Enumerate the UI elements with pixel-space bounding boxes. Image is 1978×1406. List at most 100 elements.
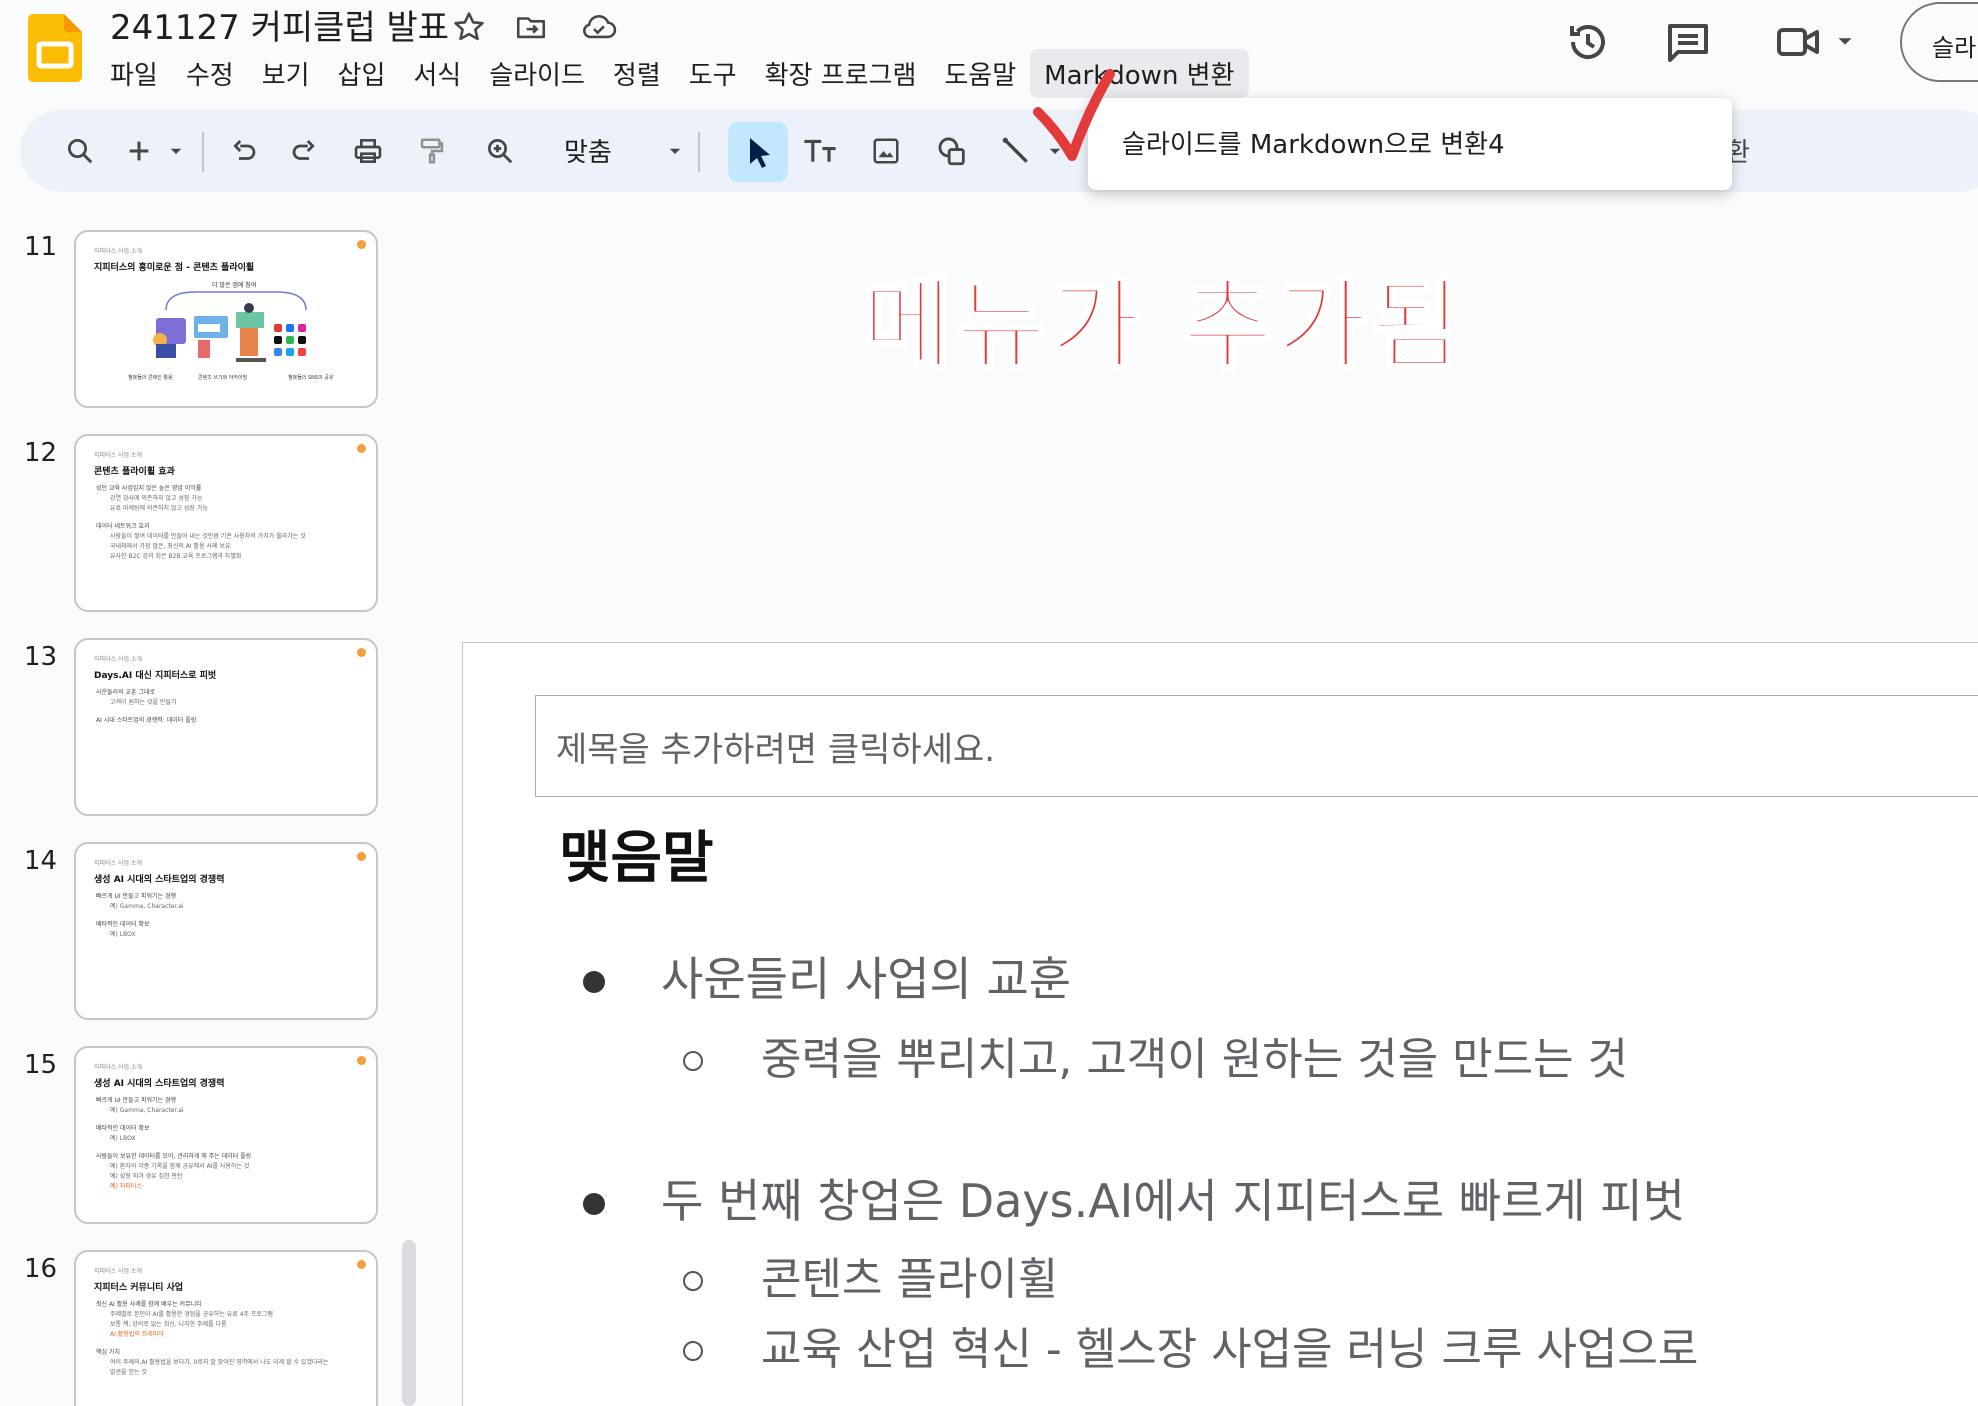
slide-title: 콘텐츠 플라이휠 효과	[94, 467, 175, 477]
undo-icon[interactable]	[218, 125, 270, 177]
menu-edit[interactable]: 수정	[172, 49, 248, 98]
menu-file[interactable]: 파일	[96, 49, 172, 98]
zoom-select[interactable]: 맞춤	[564, 132, 612, 169]
slide-bullet: 예) Gamma, Character.ai	[110, 1107, 184, 1114]
slide-bullet: 유사한 B2C 강의 회은 B2B 교육 프로그램과 차별화	[110, 553, 242, 560]
menu-format[interactable]: 서식	[399, 49, 475, 98]
slide-bullet: 빠르게 UI 만들고 피워기는 경쟁	[96, 1097, 177, 1104]
move-folder-icon[interactable]	[514, 10, 548, 44]
slide-bullet: 핵심 가치	[96, 1349, 120, 1356]
slide-bullet: 사운들리의 교훈 그대로	[96, 689, 156, 696]
zoom-icon[interactable]	[474, 125, 526, 177]
menu-view[interactable]: 보기	[248, 49, 324, 98]
slide-spacer	[96, 912, 184, 920]
menu-help[interactable]: 도움말	[930, 49, 1030, 98]
title-placeholder[interactable]: 제목을 추가하려면 클릭하세요.	[535, 695, 1978, 797]
slide-kicker: 지피터스 사업 소개	[94, 656, 142, 663]
slide-bullet: 배타적인 데이터 확보	[96, 921, 150, 928]
slide-thumbnail-16[interactable]: 지피터스 사업 소개 지피터스 커뮤니티 사업 최신 AI 활용 사례를 함께 …	[74, 1250, 378, 1406]
document-title[interactable]: 241127 커피클럽 발표	[110, 6, 449, 50]
slide-spacer	[96, 514, 306, 522]
slide-bullet-level2[interactable]: 콘텐츠 플라이휠	[682, 1243, 1058, 1307]
slide-bullet-level1[interactable]: 사운들리 사업의 교훈	[582, 943, 1071, 1009]
slide-bullet: AI 시대 스타트업의 경쟁력: 데이터 플링	[96, 717, 197, 724]
slide-caption: 챌봇들의 SNS의 공유	[288, 375, 334, 381]
convert-to-markdown-item[interactable]: 슬라이드를 Markdown으로 변환4	[1122, 124, 1505, 161]
image-icon[interactable]	[860, 125, 912, 177]
slide-filmstrip: 11 지피터스 사업 소개 지피터스의 흥미로운 점 - 콘텐츠 플라이휠 더 …	[0, 200, 420, 1406]
slide-spacer	[96, 1144, 251, 1152]
slide-thumbnail-15[interactable]: 지피터스 사업 소개 생성 AI 시대의 스타트업의 경쟁력 빠르게 UI 만들…	[74, 1046, 378, 1224]
history-icon[interactable]	[1564, 18, 1612, 66]
slide-bullet: 사람들이 쌓여 데이터를 만들어 내는 것만큼 기존 사용자의 가치가 올라가는…	[110, 533, 306, 540]
star-icon[interactable]	[452, 10, 486, 44]
slide-bullet: 예) 지피터스	[110, 1183, 142, 1190]
slide-kicker: 지피터스 사업 소개	[94, 860, 142, 867]
menu-added-annotation: 메뉴가 추가됨	[860, 268, 1466, 385]
checkmark-annotation-icon	[1030, 64, 1120, 168]
shape-icon[interactable]	[926, 125, 978, 177]
filmstrip-scrollbar[interactable]	[402, 1240, 416, 1406]
slide-number: 11	[24, 232, 58, 262]
slide-bullet-level2[interactable]: 중력을 뿌리치고, 고객이 원하는 것을 만드는 것	[682, 1023, 1628, 1087]
chevron-down-icon[interactable]	[1834, 30, 1856, 78]
slide-number: 12	[24, 438, 58, 468]
text-box-icon[interactable]	[794, 125, 846, 177]
slideshow-button[interactable]: 슬라	[1900, 2, 1978, 82]
slide-bullet-list: 성인 교육 사업임지 않은 높은 영업 이익률 강연 강사에 의존하지 않고 성…	[96, 484, 306, 562]
toolbar-divider	[698, 132, 700, 172]
slide-thumbnail-13[interactable]: 지피터스 사업 소개 Days.AI 대신 지피터스로 피벗 사운들리의 교훈 …	[74, 638, 378, 816]
slide-number: 14	[24, 846, 58, 876]
slide-bullet: 예) LBOX	[110, 1135, 136, 1142]
search-icon[interactable]	[54, 125, 106, 177]
slide-thumbnail-14[interactable]: 지피터스 사업 소개 생성 AI 시대의 스타트업의 경쟁력 빠르게 UI 만들…	[74, 842, 378, 1020]
slide-title: 생성 AI 시대의 스타트업의 경쟁력	[94, 1079, 225, 1089]
menu-slide[interactable]: 슬라이드	[475, 49, 599, 98]
toolbar-divider	[202, 132, 204, 172]
print-icon[interactable]	[342, 125, 394, 177]
slide-kicker: 지피터스 사업 소개	[94, 248, 142, 255]
flywheel-illustration-icon	[153, 291, 307, 362]
add-dropdown-icon[interactable]	[162, 125, 190, 177]
cloud-saved-icon[interactable]	[580, 10, 617, 44]
menu-extensions[interactable]: 확장 프로그램	[751, 49, 931, 98]
slide-bullet: 사람들이 보유한 데이터를 모아, 관리하게 해 주는 데이터 플링	[96, 1153, 252, 1160]
menu-tools[interactable]: 도구	[675, 49, 751, 98]
slide-thumbnail-11[interactable]: 지피터스 사업 소개 지피터스의 흥미로운 점 - 콘텐츠 플라이휠 더 많은 …	[74, 230, 378, 408]
slide-spacer	[96, 708, 196, 716]
add-icon[interactable]	[116, 125, 162, 177]
slide-title: Days.AI 대신 지피터스로 피벗	[94, 671, 217, 681]
slide-bullet-level2[interactable]: 교육 산업 혁신 - 헬스장 사업을 러닝 크루 사업으로	[682, 1313, 1698, 1377]
slide-bullet: 성인 교육 사업임지 않은 높은 영업 이익률	[96, 485, 202, 492]
zoom-dropdown-icon[interactable]	[660, 125, 690, 177]
slides-logo-icon[interactable]	[28, 14, 82, 82]
slide-bullet-level1[interactable]: 두 번째 창업은 Days.AI에서 지피터스로 빠르게 피벗	[583, 1165, 1685, 1231]
comment-icon[interactable]	[1664, 18, 1712, 66]
menu-insert[interactable]: 삽입	[324, 49, 400, 98]
slide-bullet: 빠르게 UI 만들고 피워기는 경쟁	[96, 893, 177, 900]
slide-thumbnail-12[interactable]: 지피터스 사업 소개 콘텐츠 플라이휠 효과 성인 교육 사업임지 않은 높은 …	[74, 434, 378, 612]
slide-kicker: 지피터스 사업 소개	[94, 1064, 142, 1071]
menu-arrange[interactable]: 정렬	[599, 49, 675, 98]
slide-logo-icon	[357, 240, 366, 249]
select-tool-button[interactable]	[728, 122, 788, 182]
slide-spacer	[96, 1116, 251, 1124]
slide-logo-icon	[357, 648, 366, 657]
slide-bullet: 여러 주제의 AI 활용법을 보다가, 0로지 잘 맞아진 영역에서 나도 이제…	[110, 1359, 329, 1366]
slide-bullet: 고객이 원하는 것을 만들기	[110, 699, 177, 706]
slide-editor-canvas[interactable]: 제목을 추가하려면 클릭하세요. 맺음말 사운들리 사업의 교훈 중력을 뿌리치…	[462, 642, 1978, 1406]
slide-caption: 챌봇들의 콘테인 활용	[128, 375, 173, 381]
video-call-icon[interactable]	[1774, 18, 1822, 66]
slide-logo-icon	[357, 444, 366, 453]
slide-bullet: 예) 환자의 각종 기록을 함께 공유해서 AI를 사용하는 것	[110, 1163, 250, 1170]
paint-format-icon[interactable]	[406, 125, 458, 177]
slide-title: 지피터스의 흥미로운 점 - 콘텐츠 플라이휠	[94, 263, 255, 273]
slide-title: 생성 AI 시대의 스타트업의 경쟁력	[94, 875, 225, 885]
redo-icon[interactable]	[278, 125, 330, 177]
slide-bullet: 데이터 네트워크 효과	[96, 523, 150, 530]
slide-heading[interactable]: 맺음말	[559, 813, 714, 894]
slide-logo-icon	[357, 1260, 366, 1269]
slide-bullet: 보통 책, 강의로 없는 최신, 니치한 주제를 다룸	[110, 1321, 227, 1328]
slide-kicker: 지피터스 사업 소개	[94, 1268, 142, 1275]
slide-bullet-list: 빠르게 UI 만들고 피워기는 경쟁 예) Gamma, Character.a…	[96, 1096, 251, 1192]
